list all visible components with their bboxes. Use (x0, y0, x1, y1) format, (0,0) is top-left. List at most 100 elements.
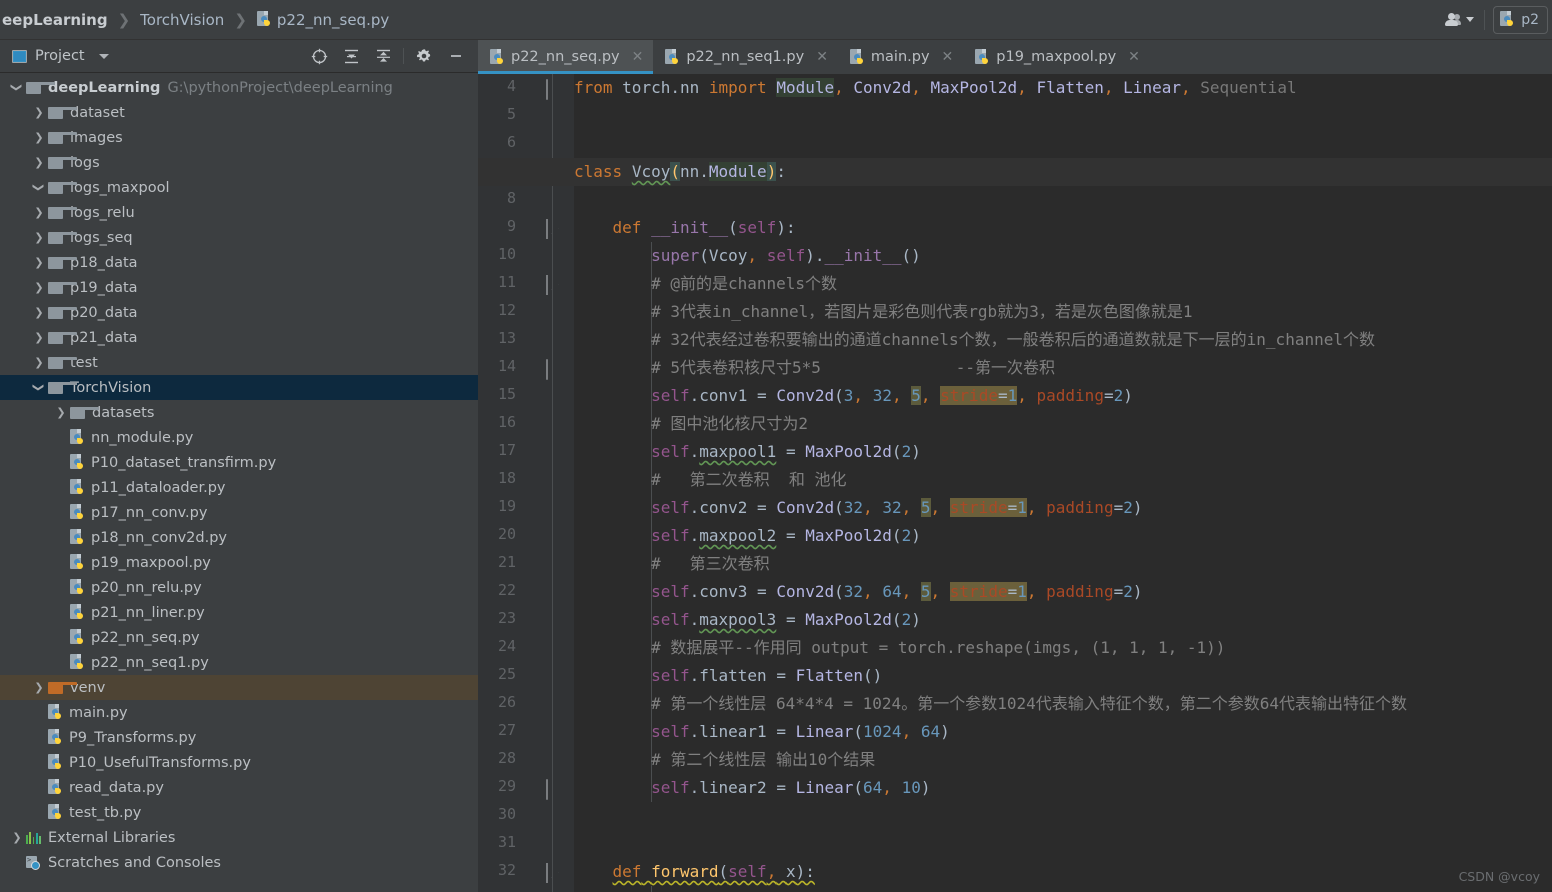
code-line[interactable]: self.linear1 = Linear(1024, 64) (574, 718, 1552, 746)
close-tab-icon[interactable]: ✕ (816, 49, 828, 65)
tree-item-datasets[interactable]: datasets (0, 400, 478, 425)
chevron-down-icon[interactable] (30, 182, 48, 193)
code-line[interactable]: class Vcoy(nn.Module): (478, 158, 1552, 186)
code-line[interactable]: # @前的是channels个数 (574, 270, 1552, 298)
tree-item-test[interactable]: test (0, 350, 478, 375)
chevron-down-icon[interactable] (8, 82, 26, 93)
breadcrumb-item-file[interactable]: p22_nn_seq.py (255, 11, 391, 29)
tree-item-p20-data[interactable]: p20_data (0, 300, 478, 325)
code-line[interactable] (574, 186, 1552, 214)
project-panel-title[interactable]: Project (0, 48, 109, 64)
project-file-tree[interactable]: deepLearning G:\pythonProject\deepLearnin… (0, 73, 478, 875)
code-editor[interactable]: 4567891011121314151617181920212223242526… (478, 74, 1552, 892)
code-line[interactable]: # 5代表卷积核尺寸5*5 --第一次卷积 (574, 354, 1552, 382)
tree-item-p10-dataset-transfirm-py[interactable]: P10_dataset_transfirm.py (0, 450, 478, 475)
code-line[interactable] (574, 130, 1552, 158)
code-line[interactable]: # 数据展平--作用同 output = torch.reshape(imgs,… (574, 634, 1552, 662)
tree-item-p22-nn-seq-py[interactable]: p22_nn_seq.py (0, 625, 478, 650)
tree-item-p9-transforms-py[interactable]: P9_Transforms.py (0, 725, 478, 750)
editor-tab-p22-nn-seq1-py[interactable]: p22_nn_seq1.py ✕ (653, 40, 838, 74)
code-line[interactable]: # 第三次卷积 (574, 550, 1552, 578)
tree-item-external-libraries[interactable]: External Libraries (0, 825, 478, 850)
code-line[interactable]: self.maxpool1 = MaxPool2d(2) (574, 438, 1552, 466)
tree-item-dataset[interactable]: dataset (0, 100, 478, 125)
code-text-layer[interactable]: from torch.nn import Module, Conv2d, Max… (478, 74, 1552, 892)
chevron-right-icon[interactable] (8, 832, 26, 843)
tree-item-p18-data[interactable]: p18_data (0, 250, 478, 275)
chevron-right-icon[interactable] (30, 357, 48, 368)
chevron-right-icon[interactable] (30, 257, 48, 268)
editor-tab-main-py[interactable]: main.py ✕ (837, 40, 964, 74)
tree-item-logs-maxpool[interactable]: logs_maxpool (0, 175, 478, 200)
chevron-right-icon[interactable] (30, 682, 48, 693)
code-line[interactable]: self.maxpool3 = MaxPool2d(2) (574, 606, 1552, 634)
code-line[interactable]: self.linear2 = Linear(64, 10) (574, 774, 1552, 802)
tree-item-images[interactable]: images (0, 125, 478, 150)
settings-gear-icon[interactable] (408, 41, 440, 71)
run-configuration-selector[interactable]: p2 (1493, 5, 1548, 34)
close-tab-icon[interactable]: ✕ (942, 49, 954, 65)
code-line[interactable]: # 图中池化核尺寸为2 (574, 410, 1552, 438)
tree-item-p11-dataloader-py[interactable]: p11_dataloader.py (0, 475, 478, 500)
locate-target-icon[interactable] (303, 41, 335, 71)
code-line[interactable]: def forward(self, x): (574, 858, 1552, 886)
code-line[interactable]: # 第二个线性层 输出10个结果 (574, 746, 1552, 774)
tree-item-p21-nn-liner-py[interactable]: p21_nn_liner.py (0, 600, 478, 625)
code-line[interactable]: self.conv2 = Conv2d(32, 32, 5, stride=1,… (574, 494, 1552, 522)
tree-item-read-data-py[interactable]: read_data.py (0, 775, 478, 800)
editor-tab-p22-nn-seq-py[interactable]: p22_nn_seq.py ✕ (478, 40, 654, 74)
close-tab-icon[interactable]: ✕ (1128, 49, 1140, 65)
code-line[interactable]: x = self.conv1(x) (574, 886, 1552, 892)
tree-item-logs[interactable]: logs (0, 150, 478, 175)
breadcrumb-item-project[interactable]: eepLearning (0, 11, 110, 29)
tree-item-test-tb-py[interactable]: test_tb.py (0, 800, 478, 825)
expand-all-icon[interactable] (335, 41, 367, 71)
tree-item-p10-usefultransforms-py[interactable]: P10_UsefulTransforms.py (0, 750, 478, 775)
tree-item-nn-module-py[interactable]: nn_module.py (0, 425, 478, 450)
code-line[interactable] (574, 802, 1552, 830)
tree-item-p20-nn-relu-py[interactable]: p20_nn_relu.py (0, 575, 478, 600)
chevron-right-icon[interactable] (30, 107, 48, 118)
tree-item-logs-relu[interactable]: logs_relu (0, 200, 478, 225)
code-line[interactable]: self.maxpool2 = MaxPool2d(2) (574, 522, 1552, 550)
code-line[interactable]: # 3代表in_channel，若图片是彩色则代表rgb就为3，若是灰色图像就是… (574, 298, 1552, 326)
chevron-right-icon[interactable] (52, 407, 70, 418)
code-line[interactable]: self.flatten = Flatten() (574, 662, 1552, 690)
code-line[interactable]: super(Vcoy, self).__init__() (574, 242, 1552, 270)
breadcrumb-item-folder[interactable]: TorchVision (138, 11, 226, 29)
chevron-right-icon[interactable] (30, 132, 48, 143)
tree-item-main-py[interactable]: main.py (0, 700, 478, 725)
chevron-right-icon[interactable] (30, 232, 48, 243)
chevron-right-icon[interactable] (30, 157, 48, 168)
code-line[interactable] (574, 830, 1552, 858)
code-line[interactable]: from torch.nn import Module, Conv2d, Max… (574, 74, 1552, 102)
close-tab-icon[interactable]: ✕ (632, 49, 644, 65)
tree-item-scratches-and-consoles[interactable]: > Scratches and Consoles (0, 850, 478, 875)
code-line[interactable]: def __init__(self): (574, 214, 1552, 242)
chevron-down-icon[interactable] (30, 382, 48, 393)
tree-item-p22-nn-seq1-py[interactable]: p22_nn_seq1.py (0, 650, 478, 675)
code-line[interactable]: # 第二次卷积 和 池化 (574, 466, 1552, 494)
tree-item-p18-nn-conv2d-py[interactable]: p18_nn_conv2d.py (0, 525, 478, 550)
account-button[interactable] (1442, 13, 1476, 26)
tree-item-p19-maxpool-py[interactable]: p19_maxpool.py (0, 550, 478, 575)
tree-item-deeplearning[interactable]: deepLearning G:\pythonProject\deepLearnin… (0, 75, 478, 100)
editor-gutter[interactable]: 4567891011121314151617181920212223242526… (478, 74, 574, 892)
hide-panel-icon[interactable] (440, 41, 472, 71)
chevron-down-icon[interactable] (98, 53, 109, 59)
chevron-right-icon[interactable] (30, 207, 48, 218)
tree-item-p19-data[interactable]: p19_data (0, 275, 478, 300)
code-line[interactable]: self.conv3 = Conv2d(32, 64, 5, stride=1,… (574, 578, 1552, 606)
chevron-right-icon[interactable] (30, 307, 48, 318)
tree-item-logs-seq[interactable]: logs_seq (0, 225, 478, 250)
tree-item-p21-data[interactable]: p21_data (0, 325, 478, 350)
tree-item-venv[interactable]: venv (0, 675, 478, 700)
chevron-right-icon[interactable] (30, 332, 48, 343)
tree-item-p17-nn-conv-py[interactable]: p17_nn_conv.py (0, 500, 478, 525)
code-line[interactable]: # 第一个线性层 64*4*4 = 1024。第一个参数1024代表输入特征个数… (574, 690, 1552, 718)
tree-item-torchvision[interactable]: TorchVision (0, 375, 478, 400)
code-line[interactable] (574, 102, 1552, 130)
code-line[interactable]: self.conv1 = Conv2d(3, 32, 5, stride=1, … (574, 382, 1552, 410)
chevron-right-icon[interactable] (30, 282, 48, 293)
editor-tab-p19-maxpool-py[interactable]: p19_maxpool.py ✕ (963, 40, 1150, 74)
